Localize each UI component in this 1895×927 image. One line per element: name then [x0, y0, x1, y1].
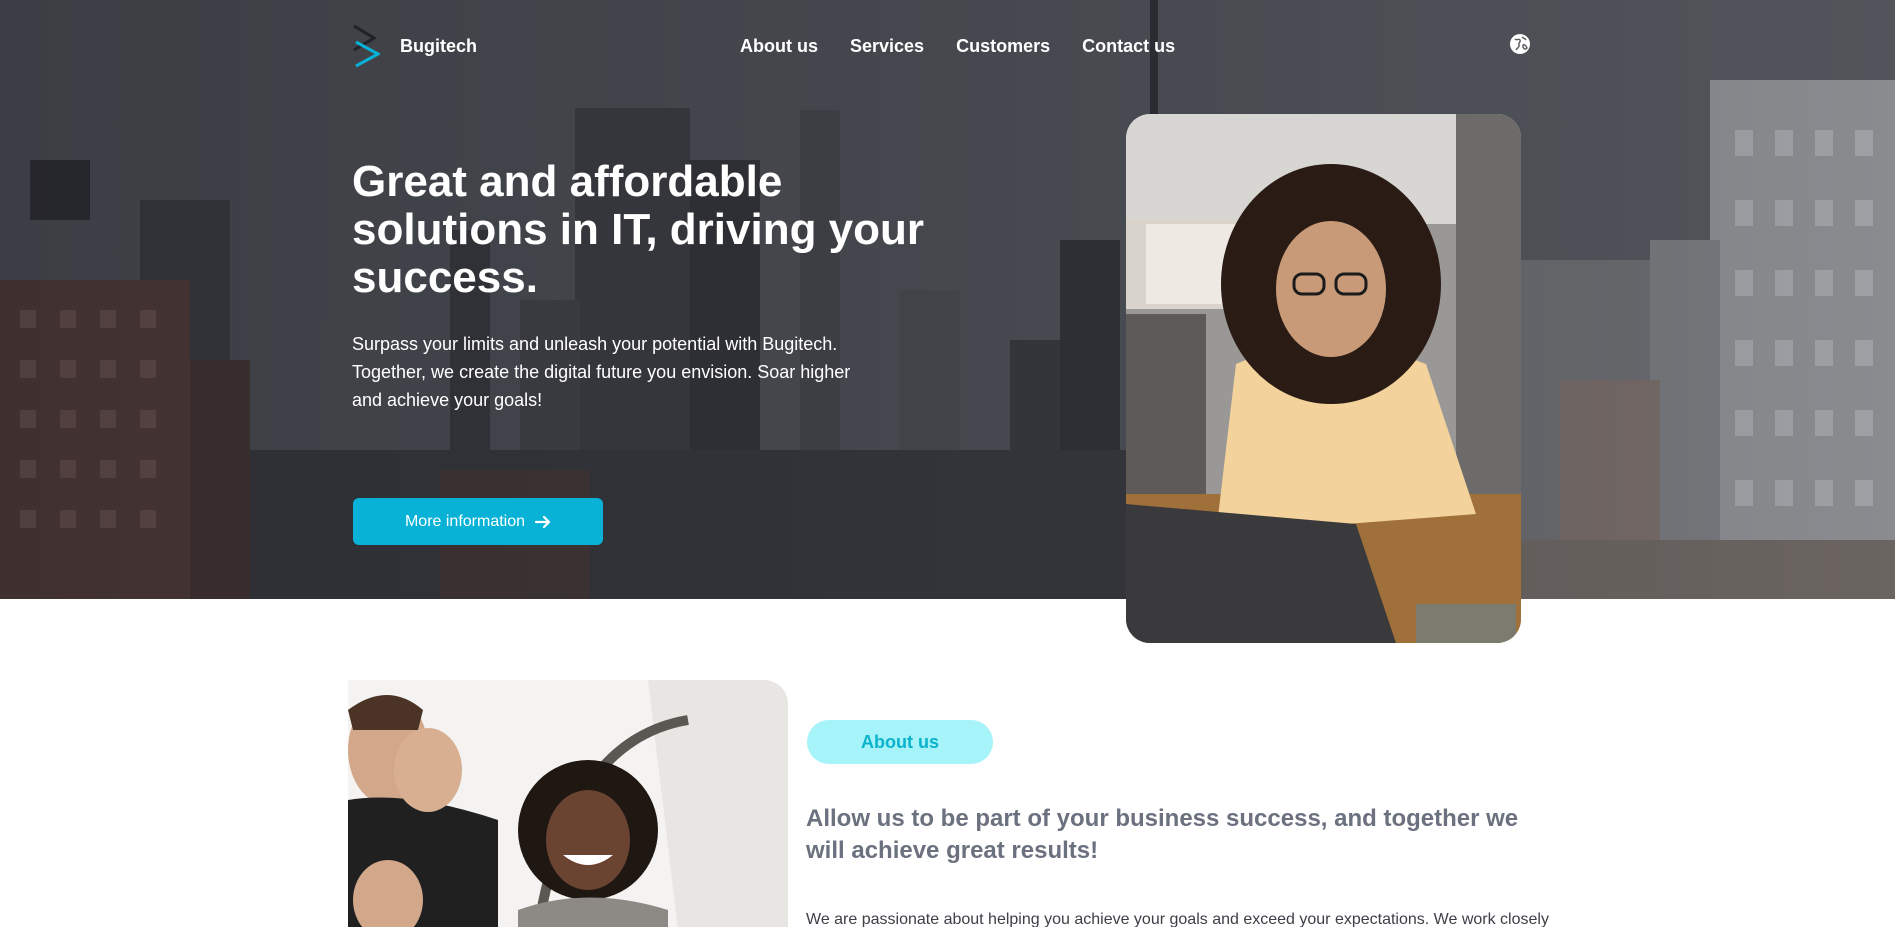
- hero-photo-woman-laptop: [1126, 114, 1521, 643]
- page: Bugitech About us Services Customers Con…: [0, 0, 1895, 927]
- hero-title: Great and affordable solutions in IT, dr…: [352, 157, 925, 302]
- about-us-badge: About us: [807, 720, 993, 764]
- nav-item-about-us[interactable]: About us: [740, 36, 818, 57]
- globe-icon[interactable]: [1509, 33, 1531, 55]
- hero-subtitle: Surpass your limits and unleash your pot…: [352, 334, 851, 410]
- brand-name: Bugitech: [400, 35, 478, 56]
- cta-label: More information: [404, 512, 526, 530]
- nav-item-contact-us[interactable]: Contact us: [1082, 36, 1175, 57]
- more-information-button[interactable]: More information: [353, 498, 603, 545]
- team-photo: [348, 680, 788, 927]
- arrow-right-icon: [535, 515, 551, 528]
- main-nav: About us Services Customers Contact us: [740, 36, 1175, 57]
- about-heading: Allow us to be part of your business suc…: [806, 805, 1519, 864]
- about-body-text: We are passionate about helping you achi…: [806, 911, 1549, 927]
- nav-item-services[interactable]: Services: [850, 36, 924, 57]
- brand-logo[interactable]: Bugitech: [352, 24, 477, 68]
- nav-item-customers[interactable]: Customers: [956, 36, 1050, 57]
- logo-chevron-icon: [353, 24, 380, 68]
